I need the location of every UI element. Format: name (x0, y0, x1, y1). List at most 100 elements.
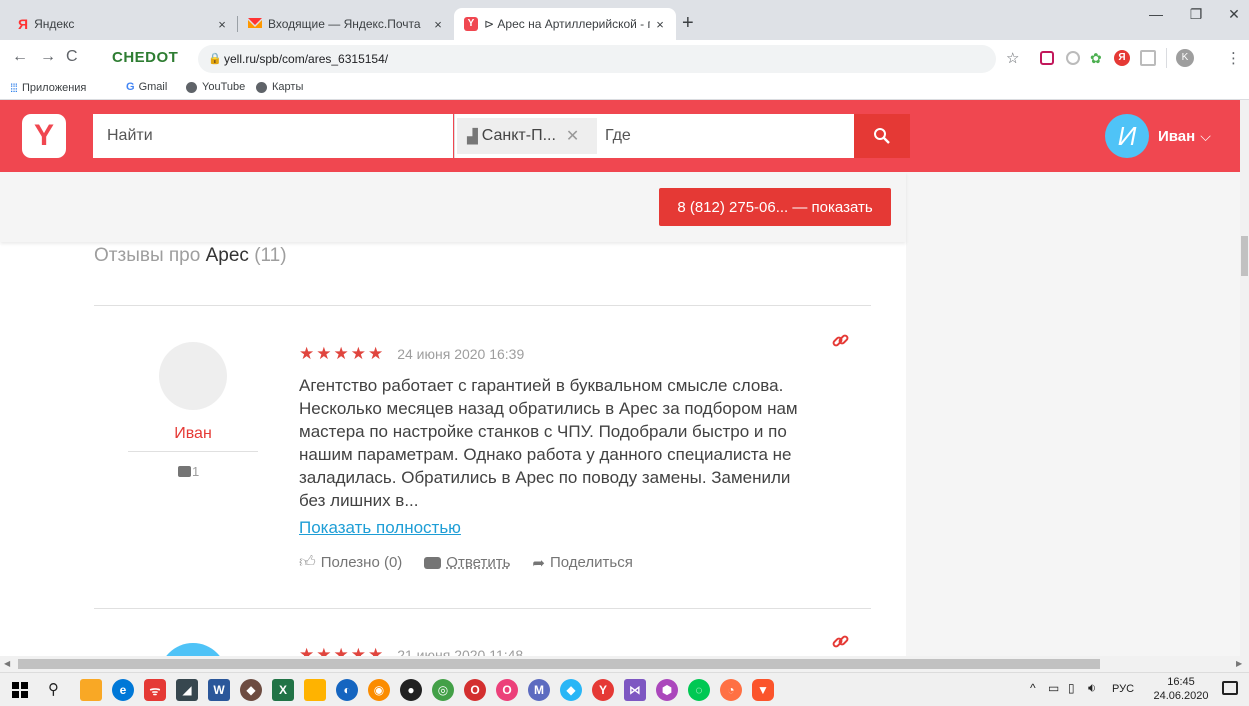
taskbar-yandex-icon[interactable]: Y (592, 679, 614, 701)
profile-avatar[interactable]: K (1176, 49, 1194, 67)
tab-mail[interactable]: Входящие — Яндекс.Почта × (238, 8, 454, 40)
close-window-icon[interactable]: ✕ (1214, 6, 1249, 23)
clock-time: 16:45 (1167, 676, 1195, 688)
tab-close-icon[interactable]: × (212, 17, 232, 32)
site-logo[interactable]: Y (22, 114, 66, 158)
bookmarks-bar: ⁞⁞⁞ Приложения G Gmail YouTube Карты (0, 76, 1249, 100)
bookmark-gmail[interactable]: G Gmail (126, 81, 167, 93)
scrollbar-thumb[interactable] (18, 659, 1100, 669)
like-button[interactable]: 👍︎ Полезно (0) (299, 553, 402, 572)
taskbar-opera-gx-icon[interactable]: O (496, 679, 518, 701)
taskbar-excel-icon[interactable]: X (272, 679, 294, 701)
tab-close-icon[interactable]: × (650, 17, 670, 32)
link-icon[interactable] (832, 332, 850, 355)
new-tab-button[interactable]: + (682, 12, 694, 35)
taskbar-firefox-icon[interactable]: ◔ (720, 679, 742, 701)
bookmark-youtube[interactable]: YouTube (186, 81, 245, 93)
battery-icon[interactable]: ▯ (1068, 681, 1075, 695)
reply-button[interactable]: Ответить (424, 554, 510, 571)
city-chip[interactable]: ▟ Санкт-П... ✕ (457, 118, 597, 154)
share-button[interactable]: ➦ Поделиться (532, 554, 632, 572)
taskbar-maxthon-icon[interactable]: M (528, 679, 550, 701)
reload-icon[interactable]: C (66, 48, 78, 66)
restore-icon[interactable]: ❐ (1176, 6, 1216, 23)
horizontal-scrollbar[interactable]: ◀ ▶ (0, 656, 1249, 672)
yell-icon: Y (464, 17, 478, 31)
minimize-icon[interactable]: — (1136, 6, 1176, 22)
reviews-count: (11) (254, 245, 287, 266)
notifications-icon[interactable] (1222, 681, 1238, 695)
rating-stars: ★★★★★ (299, 344, 386, 363)
windows-start-icon[interactable] (12, 682, 28, 698)
share-arrow-icon: ➦ (532, 554, 545, 572)
location-input[interactable]: ▟ Санкт-П... ✕ Где (454, 114, 854, 158)
network-icon[interactable]: ▭ (1048, 681, 1059, 695)
browser-brand: CHEDOT (112, 49, 179, 66)
forward-icon[interactable]: → (40, 48, 56, 66)
bookmark-label: Gmail (138, 81, 168, 93)
reply-label: Ответить (446, 554, 511, 571)
review-actions: 👍︎ Полезно (0) Ответить ➦ Поделиться (299, 553, 633, 572)
apps-grid-icon: ⁞⁞⁞ (10, 81, 18, 95)
show-full-link[interactable]: Показать полностью (299, 518, 461, 538)
taskbar-app-icon[interactable]: ◐ (336, 679, 358, 701)
scrollbar-thumb[interactable] (1241, 236, 1248, 276)
taskbar-brave-icon[interactable]: ▼ (752, 679, 774, 701)
link-icon[interactable] (832, 633, 850, 656)
tray-arrow-icon[interactable]: ^ (1030, 681, 1036, 695)
volume-icon[interactable]: 🔉︎ (1088, 680, 1096, 696)
taskbar-app-icon[interactable]: ᯤ (144, 679, 166, 701)
scroll-left-icon[interactable]: ◀ (4, 659, 10, 668)
reviewer-review-count[interactable]: 1 (178, 464, 199, 479)
city-clear-icon[interactable]: ✕ (566, 126, 579, 146)
address-bar[interactable]: 🔒 yell.ru/spb/com/ares_6315154/ (198, 45, 996, 73)
reviews-company[interactable]: Арес (206, 245, 249, 266)
bookmark-label: Приложения (22, 82, 87, 94)
tab-yandex[interactable]: Я Яндекс × (8, 8, 238, 40)
clock[interactable]: 16:45 24.06.2020 (1146, 675, 1216, 703)
back-icon[interactable]: ← (12, 48, 28, 66)
bookmark-maps[interactable]: Карты (256, 81, 303, 93)
language-indicator[interactable]: РУС (1112, 683, 1134, 695)
taskbar-app-icon[interactable]: ● (400, 679, 422, 701)
taskbar-chrome-icon[interactable]: ◎ (432, 679, 454, 701)
extension-gear-icon[interactable]: ✿ (1090, 50, 1102, 67)
taskbar-app-icon[interactable]: ◢ (176, 679, 198, 701)
taskbar-explorer-icon[interactable] (304, 679, 326, 701)
taskbar-vs-icon[interactable]: ⋈ (624, 679, 646, 701)
share-label: Поделиться (550, 554, 633, 571)
extension-image-icon[interactable] (1140, 50, 1156, 66)
search-button[interactable] (854, 114, 910, 158)
reviewer-name[interactable]: Иван (128, 425, 258, 443)
review-line: мастера по настройке станков с ЧПУ. Подо… (299, 422, 787, 441)
extension-translate-icon[interactable] (1066, 51, 1080, 65)
tab-close-icon[interactable]: × (428, 17, 448, 32)
search-input[interactable]: Найти (93, 114, 453, 158)
search-icon[interactable]: ⚲ (48, 680, 59, 698)
user-name: Иван (1158, 127, 1196, 145)
vertical-scrollbar[interactable] (1240, 100, 1249, 656)
show-phone-button[interactable]: 8 (812) 275-06... — показать (659, 188, 891, 226)
user-menu[interactable]: И Иван ⌵ (1105, 114, 1211, 158)
reviewer-avatar[interactable] (159, 342, 227, 410)
reviewer-avatar[interactable] (159, 643, 227, 656)
taskbar-word-icon[interactable]: W (208, 679, 230, 701)
extension-yandex-icon[interactable]: Я (1114, 50, 1130, 66)
extension-screen-icon[interactable] (1040, 51, 1054, 65)
taskbar-app-icon[interactable]: ◆ (560, 679, 582, 701)
taskbar-app-icon[interactable]: ◌ (688, 679, 710, 701)
taskbar-app-icon[interactable]: ◉ (368, 679, 390, 701)
menu-dots-icon[interactable]: ⋮ (1226, 49, 1241, 67)
taskbar-opera-icon[interactable]: O (464, 679, 486, 701)
bookmark-apps[interactable]: ⁞⁞⁞ Приложения (10, 81, 86, 95)
page-viewport: Y Найти ▟ Санкт-П... ✕ Где И Иван ⌵ 8 (8… (0, 100, 1249, 656)
site-header: Y Найти ▟ Санкт-П... ✕ Где И Иван ⌵ (0, 100, 1240, 172)
taskbar-edge-icon[interactable]: e (112, 679, 134, 701)
taskbar-app-icon[interactable]: ⬢ (656, 679, 678, 701)
tab-yell[interactable]: Y ⊳ Арес на Артиллерийской - пс × (454, 8, 676, 40)
search-placeholder: Найти (107, 127, 153, 144)
taskbar-db-icon[interactable] (80, 679, 102, 701)
bookmark-star-icon[interactable]: ☆ (1006, 49, 1019, 67)
scroll-right-icon[interactable]: ▶ (1236, 659, 1242, 668)
taskbar-app-icon[interactable]: ◆ (240, 679, 262, 701)
